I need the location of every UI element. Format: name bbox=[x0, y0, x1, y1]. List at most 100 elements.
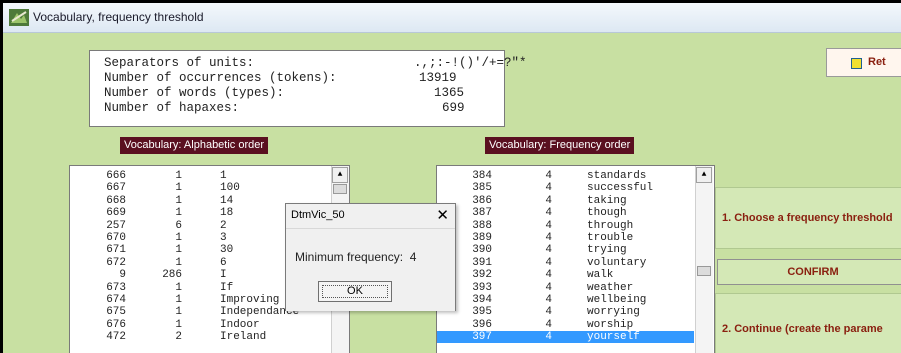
word-index: 391 bbox=[472, 256, 492, 269]
word-index: 257 bbox=[106, 219, 126, 232]
word-text: yourself bbox=[587, 331, 640, 344]
word-count: 1 bbox=[175, 207, 182, 220]
word-text: Indoor bbox=[220, 318, 260, 331]
word-count: 4 bbox=[545, 269, 552, 282]
list-item[interactable]: 385 4 successful bbox=[437, 182, 694, 194]
message-dialog: DtmVic_50 ✕ Minimum frequency: 4 OK bbox=[285, 203, 456, 311]
word-text: wellbeing bbox=[587, 294, 647, 306]
list-item[interactable]: 396 4 worship bbox=[437, 319, 694, 331]
list-item[interactable]: 392 4 walk bbox=[437, 269, 694, 281]
list-item[interactable]: 387 4 though bbox=[437, 207, 694, 219]
word-index: 671 bbox=[106, 244, 126, 257]
word-count: 4 bbox=[545, 244, 552, 257]
threshold-panel: 1. Choose a frequency threshold bbox=[715, 187, 901, 249]
word-index: 668 bbox=[106, 194, 126, 207]
window-title: Vocabulary, frequency threshold bbox=[33, 10, 204, 24]
list-item[interactable]: 676 1 Indoor bbox=[70, 319, 330, 331]
word-index: 387 bbox=[472, 207, 492, 220]
ok-button[interactable]: OK bbox=[318, 281, 392, 302]
word-text: 6 bbox=[220, 256, 227, 269]
word-index: 396 bbox=[472, 318, 492, 331]
word-count: 4 bbox=[545, 256, 552, 269]
word-index: 669 bbox=[106, 207, 126, 220]
list-item[interactable]: 394 4 wellbeing bbox=[437, 294, 694, 306]
word-count: 4 bbox=[545, 318, 552, 331]
word-count: 4 bbox=[545, 170, 552, 182]
alphabetic-list-header: Vocabulary: Alphabetic order bbox=[120, 137, 269, 154]
word-text: worship bbox=[587, 318, 634, 331]
list-item[interactable]: 395 4 worrying bbox=[437, 306, 694, 318]
word-text: taking bbox=[587, 194, 627, 207]
word-text: 14 bbox=[220, 194, 234, 207]
word-text: Ireland bbox=[220, 331, 267, 344]
title-bar: Vocabulary, frequency threshold bbox=[3, 3, 901, 33]
list-item[interactable]: 397 4 yourself bbox=[437, 331, 694, 344]
word-count: 4 bbox=[545, 207, 552, 220]
stat-value: 13919 bbox=[419, 71, 457, 85]
word-count: 6 bbox=[175, 219, 182, 232]
list-item[interactable]: 390 4 trying bbox=[437, 244, 694, 256]
focus-ring bbox=[322, 285, 388, 298]
word-count: 1 bbox=[175, 256, 182, 269]
list-item[interactable]: 666 1 1 bbox=[70, 170, 330, 182]
dialog-body: Minimum frequency: 4 OK bbox=[286, 228, 455, 311]
word-count: 4 bbox=[545, 331, 552, 344]
word-count: 286 bbox=[162, 269, 182, 282]
return-button-label: Ret bbox=[868, 56, 886, 68]
list-item[interactable]: 667 1 100 bbox=[70, 182, 330, 194]
word-text: voluntary bbox=[587, 256, 647, 269]
stat-value: 699 bbox=[442, 101, 465, 115]
confirm-button[interactable]: CONFIRM bbox=[717, 259, 901, 285]
scroll-up-button[interactable]: ▲ bbox=[332, 167, 348, 183]
dialog-title: DtmVic_50 bbox=[291, 209, 345, 221]
scroll-up-button[interactable]: ▲ bbox=[696, 167, 712, 183]
word-index: 394 bbox=[472, 294, 492, 306]
word-index: 667 bbox=[106, 182, 126, 195]
word-count: 4 bbox=[545, 232, 552, 244]
frequency-list[interactable]: 397 4 yourself 396 4 worship 395 4 worrying 394 4 w… bbox=[436, 165, 715, 353]
scrollbar[interactable]: ▲ bbox=[695, 166, 713, 353]
frequency-list-header: Vocabulary: Frequency order bbox=[485, 137, 635, 154]
word-text: though bbox=[587, 207, 627, 220]
scroll-thumb[interactable] bbox=[697, 266, 711, 276]
word-text: standards bbox=[587, 170, 647, 182]
word-count: 1 bbox=[175, 232, 182, 244]
stats-panel: Separators of units: .,;:-!()'/+=?"* Num… bbox=[89, 50, 527, 127]
word-index: 385 bbox=[472, 182, 492, 195]
continue-panel[interactable]: 2. Continue (create the parame bbox=[715, 293, 901, 353]
word-index: 673 bbox=[106, 281, 126, 294]
word-count: 1 bbox=[175, 194, 182, 207]
word-count: 4 bbox=[545, 182, 552, 195]
list-item[interactable]: 389 4 trouble bbox=[437, 232, 694, 244]
stat-label: Number of occurrences (tokens): bbox=[104, 71, 337, 85]
word-text: I bbox=[220, 269, 227, 282]
stat-value: 1365 bbox=[434, 86, 465, 100]
word-count: 4 bbox=[545, 194, 552, 207]
return-button[interactable]: Ret bbox=[826, 48, 901, 77]
return-icon bbox=[851, 58, 862, 69]
word-text: 2 bbox=[220, 219, 227, 232]
stat-label: Separators of units: bbox=[104, 56, 255, 70]
word-count: 1 bbox=[175, 182, 182, 195]
list-item[interactable]: 386 4 taking bbox=[437, 195, 694, 207]
word-index: 9 bbox=[119, 269, 126, 282]
list-item[interactable]: 472 2 Ireland bbox=[70, 331, 330, 343]
word-index: 666 bbox=[106, 170, 126, 182]
list-item[interactable]: 393 4 weather bbox=[437, 282, 694, 294]
app-icon bbox=[9, 9, 29, 26]
word-index: 393 bbox=[472, 281, 492, 294]
list-item[interactable]: 391 4 voluntary bbox=[437, 257, 694, 269]
word-count: 1 bbox=[175, 318, 182, 331]
word-count: 1 bbox=[175, 306, 182, 319]
list-item[interactable]: 384 4 standards bbox=[437, 170, 694, 182]
app-window: Vocabulary, frequency threshold Separato… bbox=[3, 3, 901, 353]
word-text: If bbox=[220, 281, 234, 294]
word-count: 1 bbox=[175, 281, 182, 294]
word-count: 4 bbox=[545, 219, 552, 232]
scroll-thumb[interactable] bbox=[333, 184, 347, 194]
word-index: 389 bbox=[472, 232, 492, 244]
close-icon[interactable]: ✕ bbox=[436, 206, 449, 224]
word-count: 1 bbox=[175, 294, 182, 306]
word-text: 18 bbox=[220, 207, 234, 220]
list-item[interactable]: 388 4 through bbox=[437, 220, 694, 232]
